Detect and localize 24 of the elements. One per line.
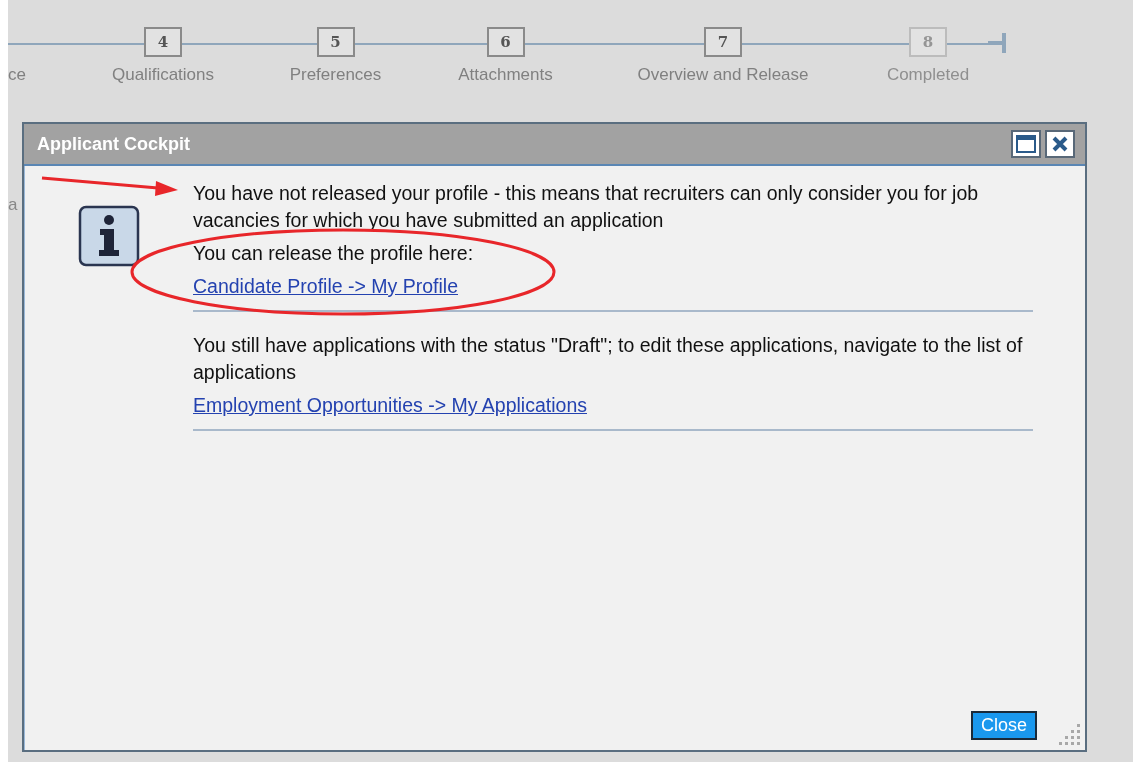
dialog-title: Applicant Cockpit xyxy=(37,133,191,155)
page-text: a xyxy=(8,195,18,215)
step-number: 8 xyxy=(909,27,947,57)
message-text: You can release the profile here: xyxy=(193,241,475,266)
step-label[interactable]: Qualifications xyxy=(111,65,215,85)
step-number: 5 xyxy=(316,27,355,57)
message-text: You have not released your profile - this means that recruiters can only consider you for job vacancies for which you have submitted an application xyxy=(193,181,980,233)
close-button[interactable] xyxy=(1045,130,1075,158)
info-icon xyxy=(78,205,140,267)
step-label[interactable]: Overview and Release xyxy=(637,65,809,85)
step-label[interactable]: ce xyxy=(8,65,26,85)
step-number: 4 xyxy=(144,27,182,57)
step-number: 6 xyxy=(486,27,525,57)
close-icon xyxy=(1052,136,1068,152)
close-button[interactable]: Close xyxy=(970,711,1037,740)
step-label[interactable]: Preferences xyxy=(289,65,382,85)
resize-grip-icon[interactable] xyxy=(1059,724,1081,746)
step-label[interactable]: Attachments xyxy=(458,65,553,85)
window-icon xyxy=(1016,135,1036,153)
step-number: 7 xyxy=(704,27,742,57)
navigation-link[interactable]: Employment Opportunities -> My Applications xyxy=(193,392,587,419)
message-text: You still have applications with the status "Draft"; to edit these applications, navigate to the list of applications xyxy=(193,333,1024,385)
navigation-link[interactable]: Candidate Profile -> My Profile xyxy=(193,273,458,300)
maximize-button[interactable] xyxy=(1011,130,1041,158)
